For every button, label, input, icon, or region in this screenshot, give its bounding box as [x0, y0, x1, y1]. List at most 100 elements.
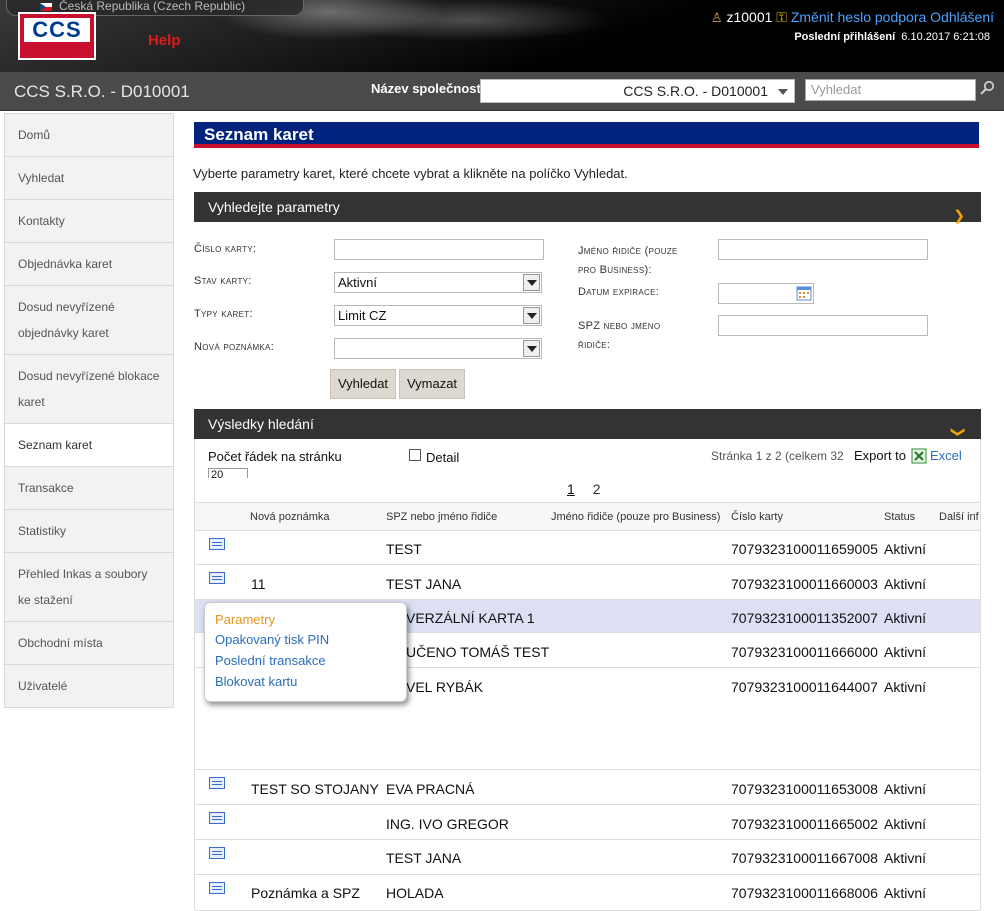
results-header[interactable]: Výsledky hledání ❯	[194, 409, 981, 439]
page-2-link[interactable]: 2	[593, 481, 601, 497]
card-detail-icon[interactable]	[209, 847, 225, 859]
col-header-note[interactable]: Nová poznámka	[250, 511, 330, 523]
cell-status: Aktivní	[884, 850, 927, 866]
plate-input[interactable]	[718, 315, 928, 336]
sidebar-item-seznam-karet[interactable]: Seznam karet	[4, 424, 174, 467]
cell-status: Aktivní	[884, 644, 927, 660]
clear-button[interactable]: Vymazat	[399, 369, 465, 399]
card-detail-icon[interactable]	[209, 572, 225, 584]
czech-flag-icon	[40, 3, 52, 11]
cell-plate: EVA PRACNÁ	[386, 781, 475, 797]
search-button[interactable]: Vyhledat	[330, 369, 396, 399]
page-1-link[interactable]: 1	[567, 481, 575, 497]
table-row[interactable]: ING. IVO GREGOR 7079323100011665002 Akti…	[195, 805, 980, 840]
menu-item-reprint-pin[interactable]: Opakovaný tisk PIN	[215, 632, 329, 647]
calendar-icon[interactable]	[796, 285, 812, 301]
table-row[interactable]: TEST 7079323100011659005 Aktivní	[195, 530, 980, 565]
card-types-value: Limit CZ	[338, 308, 387, 323]
new-note-label: Nová poznámka:	[194, 341, 275, 353]
search-icon[interactable]	[979, 80, 995, 96]
sidebar-item-nevyrizene-objednavky[interactable]: Dosud nevyřízené objednávky karet	[4, 286, 174, 355]
page-intro: Vyberte parametry karet, které chcete vy…	[193, 166, 628, 181]
card-number-input[interactable]	[334, 239, 544, 260]
table-row[interactable]: TEST JANA 7079323100011667008 Aktivní	[195, 840, 980, 875]
support-link[interactable]: podpora	[875, 9, 926, 25]
excel-export-link[interactable]: Excel	[930, 448, 962, 463]
logo-text: CCS	[24, 18, 90, 42]
cell-status: Aktivní	[884, 576, 927, 592]
col-header-driver[interactable]: Jméno řidiče (pouze pro Business)	[551, 511, 720, 523]
sidebar-item-uzivatele[interactable]: Uživatelé	[4, 665, 174, 708]
plate-label-line1: SPZ nebo jméno	[578, 320, 661, 332]
menu-item-last-transactions[interactable]: Poslední transakce	[215, 653, 326, 668]
detail-checkbox[interactable]	[409, 449, 421, 461]
col-header-status[interactable]: Status	[884, 511, 915, 523]
search-params-title: Vyhledejte parametry	[208, 199, 340, 215]
cell-plate: HOLADA	[386, 885, 444, 901]
sidebar-item-prehled-inkas[interactable]: Přehled Inkas a soubory ke stažení	[4, 553, 174, 622]
cell-status: Aktivní	[884, 679, 927, 695]
last-login-label: Poslední přihlášení	[794, 31, 896, 43]
sidebar-item-transakce[interactable]: Transakce	[4, 467, 174, 510]
sidebar-item-domu[interactable]: Domů	[4, 114, 174, 157]
card-types-select[interactable]: Limit CZ	[334, 305, 542, 326]
table-row[interactable]: TEST SO STOJANY EVA PRACNÁ 7079323100011…	[195, 770, 980, 805]
sidebar-item-objednavka-karet[interactable]: Objednávka karet	[4, 243, 174, 286]
card-detail-icon[interactable]	[209, 538, 225, 550]
sidebar-item-label: Uživatelé	[18, 679, 68, 693]
table-header: Nová poznámka SPZ nebo jméno řidiče Jmén…	[195, 502, 980, 531]
search-params-header[interactable]: Vyhledejte parametry ❯	[194, 192, 981, 223]
username: z10001	[726, 9, 773, 25]
rows-per-page-select[interactable]: 20	[208, 468, 248, 478]
chevron-down-icon	[523, 307, 540, 324]
expiry-label: Datum expirace:	[578, 286, 660, 298]
cell-status: Aktivní	[884, 541, 927, 557]
table-row[interactable]: Poznámka a SPZ HOLADA 707932310001166800…	[195, 875, 980, 911]
excel-icon[interactable]	[911, 448, 927, 464]
sidebar-item-label: Dosud nevyřízené objednávky karet	[18, 300, 115, 340]
page-info: Stránka 1 z 2 (celkem 32	[711, 449, 844, 463]
cell-card: 7079323100011665002	[731, 816, 878, 832]
cell-card: 7079323100011659005	[731, 541, 878, 557]
card-detail-icon[interactable]	[209, 777, 225, 789]
rows-per-page-label: Počet řádek na stránku	[208, 449, 342, 464]
sidebar-item-obchodni-mista[interactable]: Obchodní místa	[4, 622, 174, 665]
card-detail-icon[interactable]	[209, 882, 225, 894]
sidebar-item-vyhledat[interactable]: Vyhledat	[4, 157, 174, 200]
help-link[interactable]: Help	[148, 32, 181, 49]
export-label: Export to	[854, 448, 907, 463]
logout-link[interactable]: Odhlášení	[930, 9, 994, 25]
sidebar-item-label: Obchodní místa	[18, 636, 103, 650]
card-detail-icon[interactable]	[209, 812, 225, 824]
cell-status: Aktivní	[884, 885, 927, 901]
card-status-select[interactable]: Aktivní	[334, 272, 542, 293]
col-header-plate[interactable]: SPZ nebo jméno řidiče	[386, 511, 497, 523]
chevron-down-icon	[778, 89, 788, 95]
ccs-logo[interactable]: CCS	[18, 12, 96, 60]
sidebar-item-statistiky[interactable]: Statistiky	[4, 510, 174, 553]
change-password-link[interactable]: Změnit heslo	[791, 9, 871, 25]
search-input[interactable]: Vyhledat	[805, 79, 976, 101]
company-select-value: CCS S.R.O. - D010001	[623, 83, 768, 99]
cell-card: 7079323100011666000	[731, 644, 878, 660]
cell-plate: UČENO TOMÁŠ TEST	[406, 644, 550, 660]
cell-card: 7079323100011352007	[731, 610, 878, 626]
sidebar-item-kontakty[interactable]: Kontakty	[4, 200, 174, 243]
new-note-select[interactable]	[334, 338, 542, 359]
sidebar-item-label: Dosud nevyřízené blokace karet	[18, 369, 160, 409]
sidebar-item-nevyrizene-blokace[interactable]: Dosud nevyřízené blokace karet	[4, 355, 174, 424]
company-select[interactable]: CCS S.R.O. - D010001	[480, 79, 795, 103]
user-icon: ♙	[710, 10, 723, 25]
menu-item-parameters[interactable]: Parametry	[215, 612, 275, 627]
driver-name-input[interactable]	[718, 239, 928, 260]
menu-item-block-card[interactable]: Blokovat kartu	[215, 674, 297, 689]
col-header-more[interactable]: Další inf	[939, 511, 979, 523]
sidebar-item-label: Přehled Inkas a soubory ke stažení	[18, 567, 148, 607]
last-login-value: 6.10.2017 6:21:08	[901, 31, 990, 43]
col-header-card[interactable]: Číslo karty	[731, 511, 783, 523]
cell-plate: VERZÁLNÍ KARTA 1	[406, 610, 535, 626]
sidebar-item-label: Seznam karet	[18, 438, 93, 452]
table-row[interactable]: 11 TEST JANA 7079323100011660003 Aktivní	[195, 565, 980, 600]
driver-name-label-line1: Jméno řidiče (pouze	[578, 245, 678, 257]
sidebar-item-label: Transakce	[18, 481, 74, 495]
